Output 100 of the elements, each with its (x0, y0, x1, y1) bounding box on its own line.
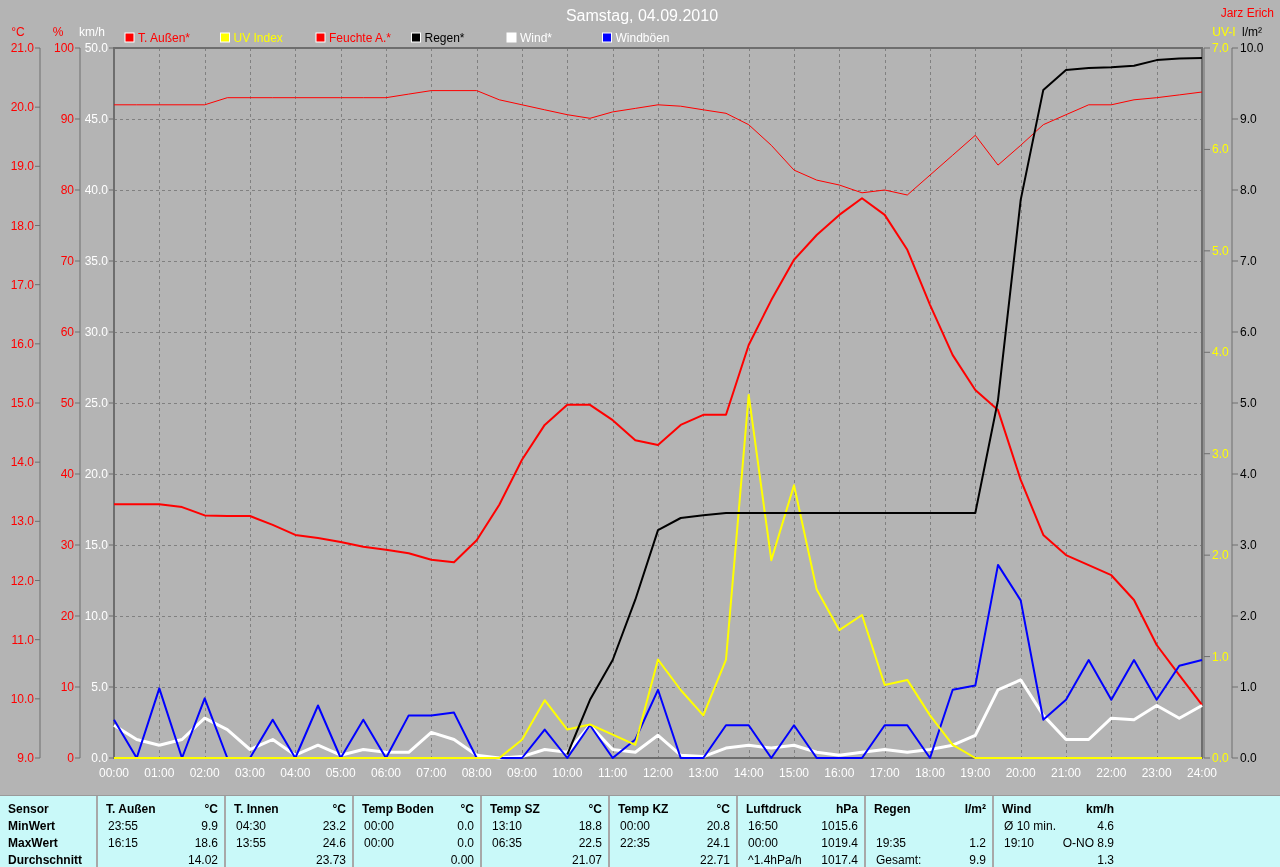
time-cell-text: 13:55 (235, 836, 268, 851)
axis-tick-label: 70 (60, 254, 74, 268)
axis-tick-label: 9.0 (1240, 112, 1257, 126)
axis-tick-label: 80 (60, 183, 74, 197)
legend-label: UV Index (233, 31, 283, 45)
axis-tick-label: 3.0 (1212, 446, 1229, 461)
unit-label: hPa (835, 802, 858, 817)
axis-tick-label: 20.0 (84, 467, 108, 481)
time-tick-label: 08:00 (461, 766, 492, 780)
axis-tick-label: 15.0 (84, 538, 108, 552)
time-tick-label: 22:00 (1096, 766, 1127, 780)
axis-tick-label: 1.0 (1240, 680, 1257, 694)
axis-tick-label: 21.0 (10, 41, 34, 55)
value-cell-text: 0.0 (456, 819, 474, 834)
axis-tick-label: 14.0 (10, 455, 34, 470)
time-cell-text: 19:10 (1003, 836, 1036, 851)
axis-tick-label: 90 (60, 112, 74, 126)
time-tick-label: 18:00 (915, 766, 945, 780)
axis-tick-label: 3.0 (1240, 538, 1257, 552)
axis-tick-label: 17.0 (10, 277, 34, 292)
value-cell: 1015.6 (821, 819, 858, 834)
value-cell-text: 22.5 (577, 836, 602, 851)
row-label: MaxWert (8, 836, 59, 851)
time-cell-text: 23:55 (107, 819, 140, 834)
axis-tick-label: 20.0 (10, 100, 34, 115)
value-cell-text: 20.8 (705, 819, 730, 834)
column-header: Temp SZ (490, 802, 541, 817)
axis-tick-label: 18.0 (10, 218, 34, 233)
time-cell-text: 04:30 (235, 819, 268, 834)
time-cell-text: Gesamt: (875, 853, 923, 867)
time-cell-text: 22:35 (619, 836, 652, 851)
time-tick-label: 14:00 (733, 766, 764, 780)
time-cell-text: ^1.4hPa/h (747, 853, 803, 867)
axis-tick-label: 1.0 (1212, 649, 1229, 664)
axis-tick-label: 60 (60, 325, 74, 339)
time-tick-label: 23:00 (1141, 766, 1172, 780)
unit-label: °C (459, 802, 474, 817)
value-cell-text: 1.2 (968, 836, 986, 851)
value-cell: 23.73 (315, 853, 346, 867)
time-tick-label: 16:00 (824, 766, 855, 780)
time-tick-label: 20:00 (1005, 766, 1036, 780)
axis-tick-label: 9.0 (17, 751, 34, 765)
time-cell-text: 16:15 (107, 836, 140, 851)
value-cell-text: 0.0 (456, 836, 474, 851)
time-tick-label: 19:00 (960, 766, 991, 780)
axis-tick-label: 15.0 (10, 396, 34, 410)
unit-label: km/h (1085, 802, 1114, 817)
axis-tick-label: 35.0 (84, 254, 108, 268)
axis-unit: °C (11, 25, 25, 39)
unit-label: °C (715, 802, 730, 817)
time-cell-text: 06:35 (491, 836, 524, 851)
axis-unit: l/m² (1242, 25, 1262, 39)
time-tick-label: 11:00 (598, 766, 628, 780)
axis-tick-label: 10.0 (10, 691, 34, 706)
time-tick-label: 15:00 (779, 766, 809, 780)
time-tick-label: 06:00 (371, 766, 401, 780)
unit-label: °C (587, 802, 602, 817)
axis-unit: % (52, 25, 64, 39)
axis-tick-label: 5.0 (1240, 396, 1257, 410)
column-header: T. Innen (234, 802, 280, 817)
time-cell-text: 13:10 (491, 819, 524, 834)
unit-label: l/m² (964, 802, 986, 817)
row-label: MinWert (8, 819, 57, 834)
column-header: Temp KZ (618, 802, 670, 817)
time-cell-text: Ø 10 min. (1003, 819, 1058, 834)
value-cell-text: 24.1 (705, 836, 730, 851)
axis-tick-label: 5.0 (91, 680, 108, 694)
time-cell-text: 00:00 (363, 819, 396, 834)
value-cell: 0.00 (450, 853, 474, 867)
axis-tick-label: 7.0 (1240, 254, 1257, 268)
time-tick-label: 13:00 (688, 766, 719, 780)
axis-tick-label: 4.0 (1212, 345, 1229, 360)
axis-tick-label: 2.0 (1212, 548, 1229, 563)
value-cell: 22.71 (699, 853, 730, 867)
time-tick-label: 04:00 (280, 766, 311, 780)
axis-tick-label: 100 (53, 41, 74, 55)
axis-tick-label: 12.0 (10, 573, 34, 588)
axis-tick-label: 45.0 (84, 112, 108, 126)
time-tick-label: 03:00 (235, 766, 265, 780)
legend-label: Windböen (615, 31, 670, 45)
axis-tick-label: 16.0 (10, 336, 34, 351)
time-tick-label: 00:00 (99, 766, 129, 780)
value-cell-text: 18.8 (577, 819, 602, 834)
row-label: Sensor (8, 802, 50, 817)
value-cell-text: 1.3 (1096, 853, 1114, 867)
axis-tick-label: 30 (60, 538, 74, 552)
axis-tick-label: 20 (60, 609, 74, 623)
column-header: Luftdruck (746, 802, 803, 817)
row-label: Durchschnitt (8, 853, 83, 867)
value-cell: 21.07 (571, 853, 602, 867)
value-cell-text: 18.6 (193, 836, 218, 851)
time-tick-label: 17:00 (869, 766, 900, 780)
axis-tick-label: 5.0 (1212, 243, 1229, 258)
time-tick-label: 24:00 (1187, 766, 1217, 780)
time-cell-text: 00:00 (747, 836, 780, 851)
unit-label: °C (203, 802, 218, 817)
axis-tick-label: 50 (60, 396, 74, 410)
time-tick-label: 02:00 (189, 766, 220, 780)
time-cell-text: 16:50 (747, 819, 780, 834)
value-cell-text: 4.6 (1096, 819, 1114, 834)
